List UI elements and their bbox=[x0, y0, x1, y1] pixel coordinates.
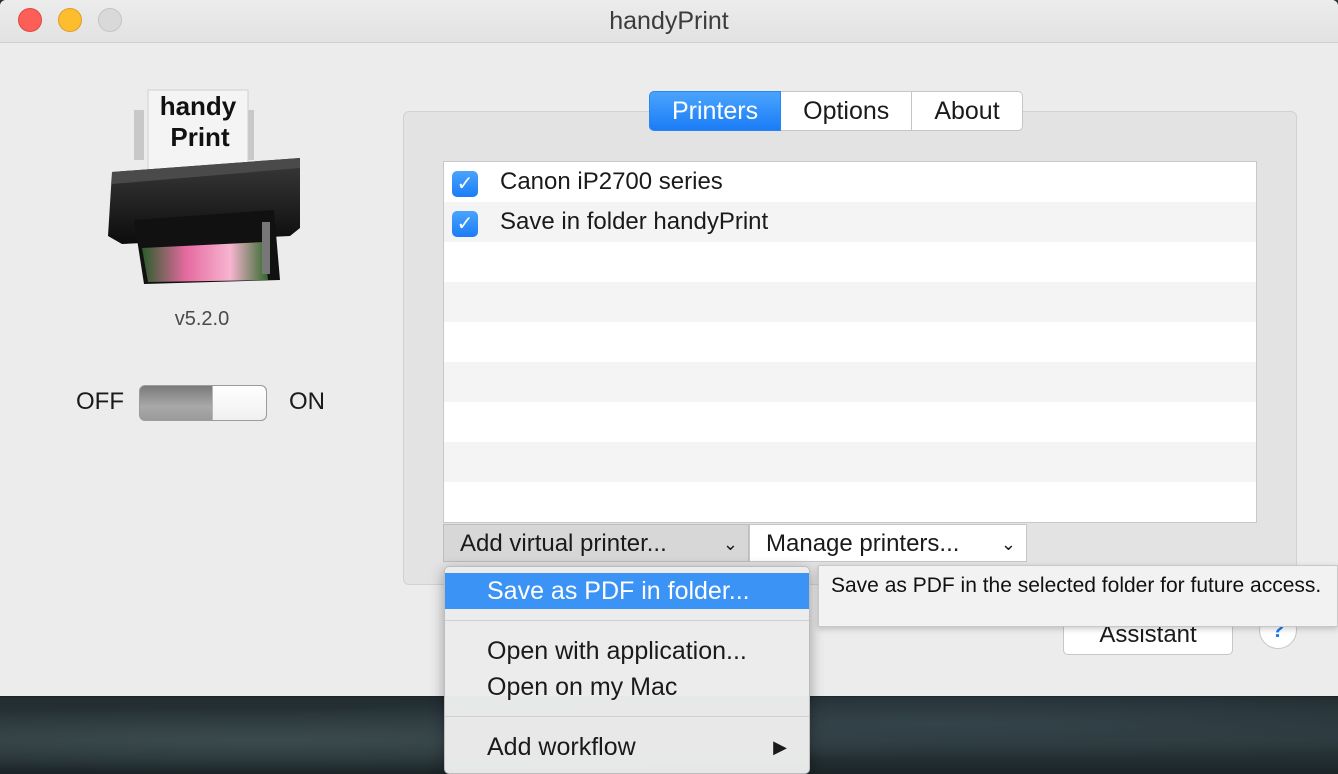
window-title: handyPrint bbox=[609, 7, 729, 35]
title-bar: handyPrint bbox=[0, 0, 1338, 43]
empty-row bbox=[444, 482, 1256, 522]
manage-printers-button[interactable]: Manage printers... ⌄ bbox=[749, 524, 1027, 562]
logo-text-print: Print bbox=[170, 122, 230, 152]
manage-printers-label: Manage printers... bbox=[766, 530, 960, 557]
menu-item-open-on-my-mac[interactable]: Open on my Mac bbox=[445, 669, 809, 705]
empty-row bbox=[444, 402, 1256, 442]
logo-text-handy: handy bbox=[160, 91, 237, 121]
toggle-on-label: ON bbox=[289, 388, 325, 415]
printer-list[interactable]: ✓ Canon iP2700 series ✓ Save in folder h… bbox=[443, 161, 1257, 523]
menu-item-save-as-pdf[interactable]: Save as PDF in folder... bbox=[445, 573, 809, 609]
tooltip: Save as PDF in the selected folder for f… bbox=[818, 565, 1338, 627]
tab-bar: Printers Options About bbox=[649, 91, 1023, 131]
add-workflow-label: Add workflow bbox=[487, 733, 636, 761]
on-off-toggle[interactable] bbox=[139, 385, 267, 421]
list-item[interactable]: ✓ Save in folder handyPrint bbox=[444, 202, 1256, 242]
submenu-arrow-icon: ▶ bbox=[773, 737, 787, 757]
toggle-off-label: OFF bbox=[76, 388, 124, 415]
empty-row bbox=[444, 242, 1256, 282]
empty-row bbox=[444, 322, 1256, 362]
add-virtual-printer-button[interactable]: Add virtual printer... ⌄ bbox=[443, 524, 749, 562]
menu-item-open-with-application[interactable]: Open with application... bbox=[445, 633, 809, 669]
add-virtual-printer-label: Add virtual printer... bbox=[460, 530, 667, 557]
tab-about[interactable]: About bbox=[912, 91, 1023, 131]
printer-name: Save in folder handyPrint bbox=[500, 208, 769, 235]
printer-checkbox[interactable]: ✓ bbox=[452, 171, 478, 197]
add-virtual-printer-menu: Save as PDF in folder... Open with appli… bbox=[444, 566, 810, 774]
empty-row bbox=[444, 442, 1256, 482]
chevron-down-icon: ⌄ bbox=[722, 534, 738, 554]
version-label: v5.2.0 bbox=[174, 308, 230, 330]
empty-row bbox=[444, 362, 1256, 402]
tab-options[interactable]: Options bbox=[781, 91, 913, 131]
menu-item-add-workflow[interactable]: Add workflow ▶ bbox=[445, 729, 809, 765]
empty-row bbox=[444, 282, 1256, 322]
printer-checkbox[interactable]: ✓ bbox=[452, 211, 478, 237]
tab-printers[interactable]: Printers bbox=[649, 91, 782, 131]
menu-separator bbox=[445, 716, 809, 717]
list-item[interactable]: ✓ Canon iP2700 series bbox=[444, 162, 1256, 202]
chevron-down-icon: ⌄ bbox=[1000, 534, 1016, 554]
printer-logo-icon: handy Print bbox=[108, 89, 300, 284]
printer-name: Canon iP2700 series bbox=[500, 168, 723, 195]
toggle-knob[interactable] bbox=[212, 386, 266, 420]
menu-separator bbox=[445, 620, 809, 621]
